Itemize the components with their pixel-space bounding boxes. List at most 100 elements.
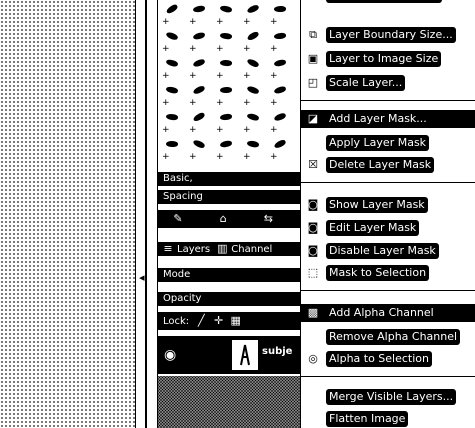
layer-row[interactable]: ◉ subje xyxy=(158,336,301,374)
visibility-eye-icon[interactable]: ◉ xyxy=(164,348,176,362)
dock-splitter[interactable]: ◂ xyxy=(136,0,156,428)
brush-preview[interactable] xyxy=(246,112,260,122)
brush-preview[interactable] xyxy=(273,5,287,13)
menu-item-alpha-to-selection[interactable]: ◎ Alpha to Selection xyxy=(301,350,475,368)
brush-preview[interactable] xyxy=(219,113,233,121)
brush-preview[interactable] xyxy=(219,31,233,41)
brush-grid[interactable]: + + + + + + + + + + + + + + + + + + + + + + + + + + + + + + xyxy=(158,0,298,172)
add-mask-icon: ◪ xyxy=(307,112,319,125)
refresh-brush-icon[interactable]: ⇆ xyxy=(261,210,275,228)
brush-preview[interactable] xyxy=(165,113,179,121)
brush-preview[interactable] xyxy=(192,58,206,68)
brush-marker-icon: + xyxy=(216,71,224,81)
menu-item-edit-layer-mask[interactable]: ◙ Edit Layer Mask xyxy=(301,219,475,237)
brush-preview[interactable] xyxy=(165,140,179,148)
brush-preview[interactable] xyxy=(192,5,206,13)
brush-preview[interactable] xyxy=(273,59,287,67)
menu-item-label: Scale Layer... xyxy=(326,75,406,91)
brush-preview[interactable] xyxy=(192,31,206,41)
menu-item-partial[interactable] xyxy=(301,0,475,12)
menu-item-label: Flatten Image xyxy=(326,411,409,427)
menu-separator xyxy=(301,182,475,183)
brush-preview[interactable] xyxy=(219,140,233,148)
brush-marker-icon: + xyxy=(270,71,278,81)
brush-marker-icon: + xyxy=(216,44,224,54)
lock-row: Lock: ╱ ✛ ▦ xyxy=(158,312,301,330)
brush-preview[interactable] xyxy=(246,57,260,69)
menu-item-add-alpha-channel[interactable]: ▩ Add Alpha Channel xyxy=(301,304,475,322)
tab-channels[interactable]: Channel xyxy=(229,244,275,255)
brush-preview[interactable] xyxy=(165,85,179,95)
brush-preview[interactable] xyxy=(219,59,233,67)
dock-panel: + + + + + + + + + + + + + + + + + + + + + + + + + + + + + + Basic, Sp… xyxy=(157,0,301,428)
opacity-row[interactable]: Opacity xyxy=(158,292,301,306)
brush-preview[interactable] xyxy=(273,138,287,150)
brush-preview[interactable] xyxy=(246,139,260,149)
brush-preview[interactable] xyxy=(246,84,260,96)
brush-preview[interactable] xyxy=(165,3,179,15)
brush-marker-icon: + xyxy=(216,152,224,162)
layers-list-empty xyxy=(158,376,301,428)
brush-marker-icon: + xyxy=(216,17,224,27)
checkbox-icon: ◙ xyxy=(307,221,319,234)
brush-preview[interactable] xyxy=(165,58,179,68)
mode-row[interactable]: Mode xyxy=(158,268,301,282)
alpha-to-selection-icon: ◎ xyxy=(308,352,318,365)
menu-item-scale-layer[interactable]: ◰ Scale Layer... xyxy=(301,74,475,92)
lock-alpha-icon[interactable]: ▦ xyxy=(229,312,243,330)
menu-item-layer-boundary-size[interactable]: ⧉ Layer Boundary Size... xyxy=(301,26,475,44)
menu-item-add-layer-mask[interactable]: ◪ Add Layer Mask... xyxy=(301,110,475,128)
menu-item-merge-visible-layers[interactable]: Merge Visible Layers... xyxy=(301,388,475,406)
scale-layer-icon: ◰ xyxy=(307,76,319,89)
spacing-row[interactable]: Spacing xyxy=(158,190,301,204)
brush-marker-icon: + xyxy=(189,98,197,108)
brush-preview[interactable] xyxy=(219,4,233,14)
brush-preview[interactable] xyxy=(192,111,206,123)
lock-position-icon[interactable]: ✛ xyxy=(212,312,226,330)
alpha-channel-icon: ▩ xyxy=(307,306,319,319)
new-brush-icon[interactable]: ⌂ xyxy=(216,210,230,228)
image-canvas[interactable] xyxy=(0,0,136,428)
brush-marker-icon: + xyxy=(243,44,251,54)
menu-item-label: Edit Layer Mask xyxy=(326,220,420,236)
menu-item-mask-to-selection[interactable]: ⬚ Mask to Selection xyxy=(301,264,475,282)
brush-preview[interactable] xyxy=(192,84,206,96)
tab-layers[interactable]: Layers xyxy=(175,244,213,255)
menu-item-flatten-image[interactable]: Flatten Image xyxy=(301,410,475,428)
brush-preview[interactable] xyxy=(246,4,260,14)
menu-item-label: Add Alpha Channel xyxy=(326,305,437,321)
brush-preview[interactable] xyxy=(273,32,287,40)
menu-item-label: Merge Visible Layers... xyxy=(326,389,457,405)
menu-item-layer-to-image-size[interactable]: ▣ Layer to Image Size xyxy=(301,50,475,68)
brush-preview[interactable] xyxy=(219,86,233,94)
brush-marker-icon: + xyxy=(162,71,170,81)
brush-marker-icon: + xyxy=(270,152,278,162)
brush-marker-icon: + xyxy=(189,152,197,162)
menu-item-remove-alpha-channel[interactable]: Remove Alpha Channel xyxy=(301,328,475,346)
lock-pixels-icon[interactable]: ╱ xyxy=(194,312,208,330)
splitter-grip-icon[interactable]: ◂ xyxy=(139,272,145,283)
brushes-tab[interactable]: Basic, xyxy=(158,172,301,186)
lock-label: Lock: xyxy=(161,316,192,327)
brush-marker-icon: + xyxy=(216,98,224,108)
brush-preview[interactable] xyxy=(273,85,287,95)
brush-preview[interactable] xyxy=(246,30,260,42)
layer-boundary-icon: ⧉ xyxy=(309,28,317,41)
channels-tab-icon: ▥ xyxy=(217,242,228,255)
menu-item-show-layer-mask[interactable]: ◙ Show Layer Mask xyxy=(301,196,475,214)
checkbox-icon: ◙ xyxy=(307,198,319,211)
edit-brush-icon[interactable]: ✎ xyxy=(171,210,185,228)
brush-marker-icon: + xyxy=(162,17,170,27)
menu-item-label: Apply Layer Mask xyxy=(326,135,430,151)
menu-item-disable-layer-mask[interactable]: ◙ Disable Layer Mask xyxy=(301,242,475,260)
menu-item-delete-layer-mask[interactable]: ☒ Delete Layer Mask xyxy=(301,156,475,174)
brush-marker-icon: + xyxy=(162,98,170,108)
brush-preview[interactable] xyxy=(165,30,179,42)
menu-item-apply-layer-mask[interactable]: Apply Layer Mask xyxy=(301,134,475,152)
brush-toolbar: ✎ ⌂ ⇆ xyxy=(158,210,301,228)
brush-preview[interactable] xyxy=(273,112,287,122)
menu-separator xyxy=(301,290,475,291)
menu-separator xyxy=(301,376,475,377)
brush-preview[interactable] xyxy=(192,138,206,150)
layer-name[interactable]: subje xyxy=(262,346,292,357)
